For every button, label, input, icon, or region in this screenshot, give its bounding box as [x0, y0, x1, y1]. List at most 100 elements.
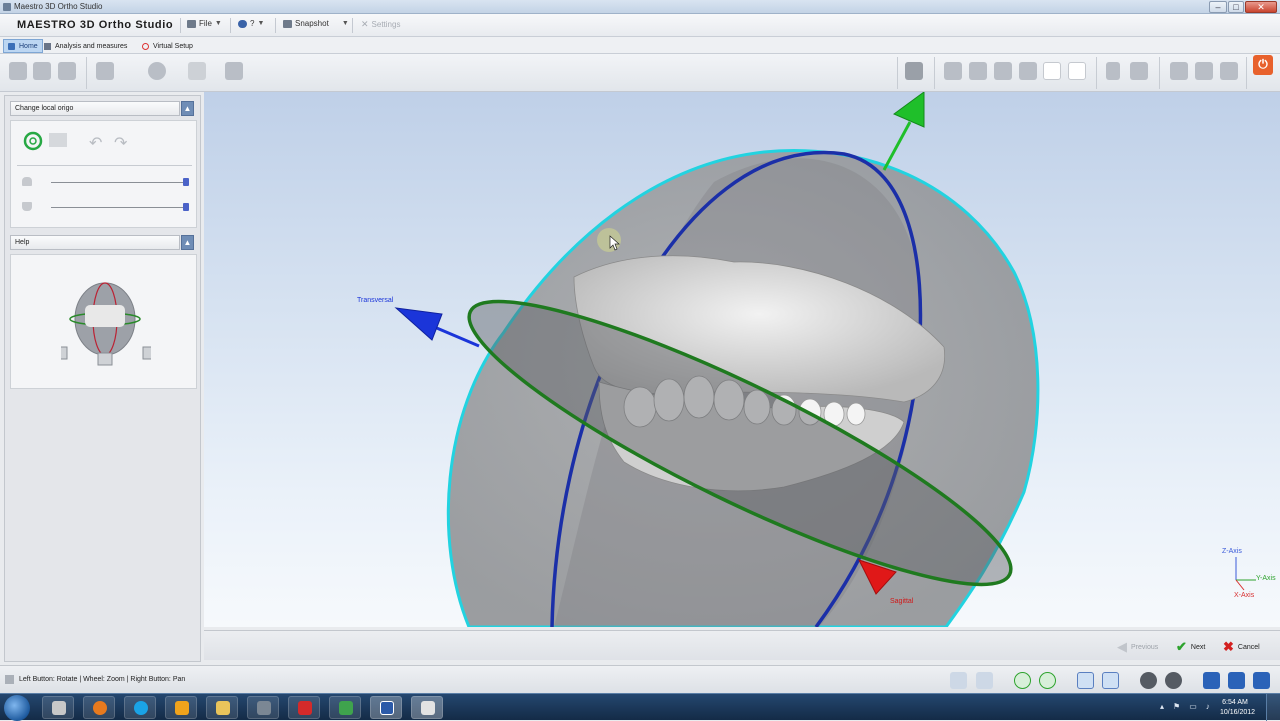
close-button[interactable]: ✕: [1245, 1, 1277, 13]
axes-gizmo: [1235, 557, 1256, 591]
chevron-down-icon: ▼: [214, 20, 222, 27]
grid-view-tool[interactable]: [905, 62, 923, 80]
sagittal-label: Sagittal: [890, 598, 914, 605]
redo-icon[interactable]: ↷: [114, 133, 127, 153]
box-view-alt-icon[interactable]: [1228, 672, 1245, 689]
origo-center: [29, 137, 37, 145]
origo-target-icon[interactable]: [19, 131, 47, 151]
lower-jaw-slider-thumb[interactable]: [183, 203, 189, 211]
virtual-setup-icon: [142, 42, 149, 50]
origin-rotate-icon[interactable]: [1039, 672, 1056, 689]
app-green-icon: [339, 701, 353, 715]
flag-icon[interactable]: ⚑: [1173, 702, 1180, 711]
arch-tool[interactable]: [225, 62, 243, 80]
view-back-tool[interactable]: [969, 62, 987, 80]
open-model-tool[interactable]: [9, 62, 27, 80]
sphere-tool[interactable]: [148, 62, 166, 80]
taskbar-app-9[interactable]: [370, 696, 402, 719]
taskbar-app-1[interactable]: [42, 696, 74, 719]
folder-icon: [216, 701, 230, 715]
lower-jaw-tool[interactable]: [1130, 62, 1148, 80]
zoom-out-icon[interactable]: [976, 672, 993, 689]
checkmark-icon: ✔: [1176, 639, 1187, 654]
help-header[interactable]: Help: [10, 235, 180, 250]
occlusal-tool[interactable]: [1170, 62, 1188, 80]
articulator-tool[interactable]: [1195, 62, 1213, 80]
windows-taskbar: ▴ ⚑ ▭ ♪ 6:54 AM 10/16/2012: [0, 693, 1280, 721]
bracket-tool[interactable]: [188, 62, 206, 80]
lower-model-toggle-icon[interactable]: [1165, 672, 1182, 689]
settings-menu[interactable]: ✕ Settings: [361, 19, 400, 30]
solid-view-icon[interactable]: [1102, 672, 1119, 689]
wizard-nav-bar: ◀ Previous ✔ Next ✖ Cancel: [204, 630, 1280, 660]
taskbar-skype[interactable]: [124, 696, 156, 719]
view-left-tool[interactable]: [994, 62, 1012, 80]
taskbar-app-6[interactable]: [247, 696, 279, 719]
cancel-button[interactable]: ✖ Cancel: [1223, 639, 1260, 655]
taskbar-firefox[interactable]: [83, 696, 115, 719]
clock-date: 10/16/2012: [1220, 709, 1256, 716]
app-red-icon: [298, 701, 312, 715]
3d-scene[interactable]: [204, 92, 1280, 627]
tooth-tool[interactable]: [96, 62, 114, 80]
transversal-arrowhead[interactable]: [394, 307, 443, 341]
zoom-in-icon[interactable]: [950, 672, 967, 689]
toolbar-divider: [1159, 57, 1160, 89]
taskbar-app-7[interactable]: [288, 696, 320, 719]
snapshot-menu-label: Snapshot: [295, 19, 329, 28]
skype-icon: [134, 701, 148, 715]
taskbar-explorer[interactable]: [206, 696, 238, 719]
origin-target-icon[interactable]: [1014, 672, 1031, 689]
view-right-tool[interactable]: [1019, 62, 1037, 80]
change-local-origo-header[interactable]: Change local origo: [10, 101, 180, 116]
import-model-tool[interactable]: [33, 62, 51, 80]
file-menu[interactable]: File ▼: [187, 19, 222, 28]
toolbar-divider: [897, 57, 898, 89]
home-icon: [8, 42, 15, 50]
view-top-tool[interactable]: [1043, 62, 1061, 80]
taskbar-maestro[interactable]: [411, 696, 443, 719]
undo-icon[interactable]: ↶: [89, 133, 102, 153]
origo-reset-icon[interactable]: [49, 133, 67, 147]
collapse-origo-icon[interactable]: ▲: [181, 101, 194, 116]
tab-analysis[interactable]: Analysis and measures: [40, 39, 131, 53]
next-button[interactable]: ✔ Next: [1176, 639, 1205, 655]
tab-home[interactable]: Home: [3, 39, 43, 53]
box-view-icon[interactable]: [1203, 672, 1220, 689]
toolbar-divider: [86, 57, 87, 89]
taskbar-outlook[interactable]: [165, 696, 197, 719]
power-icon[interactable]: ⏻: [1253, 55, 1273, 75]
upper-jaw-slider-thumb[interactable]: [183, 178, 189, 186]
save-model-tool[interactable]: [58, 62, 76, 80]
tray-expand-icon[interactable]: ▴: [1160, 702, 1164, 711]
lower-jaw-slider[interactable]: [51, 207, 189, 208]
settings-icon: ✕: [361, 19, 369, 29]
tab-virtual-setup[interactable]: Virtual Setup: [138, 39, 197, 53]
view-front-tool[interactable]: [944, 62, 962, 80]
upper-jaw-slider[interactable]: [51, 182, 189, 183]
snapshot-menu[interactable]: Snapshot ▼: [283, 19, 349, 28]
panel-divider: [17, 165, 192, 166]
collapse-help-icon[interactable]: ▲: [181, 235, 194, 250]
menu-divider: [352, 18, 353, 33]
wireframe-view-icon[interactable]: [1077, 672, 1094, 689]
upper-model-toggle-icon[interactable]: [1140, 672, 1157, 689]
help-menu[interactable]: ? ▼: [238, 19, 264, 28]
3d-viewport[interactable]: Transversal Sagittal Z-Axis Y-Axis X-Axi…: [204, 92, 1280, 627]
volume-icon[interactable]: ♪: [1206, 702, 1210, 711]
minimize-button[interactable]: –: [1209, 1, 1227, 13]
maximize-button[interactable]: □: [1228, 1, 1244, 13]
window-title: Maestro 3D Ortho Studio: [14, 2, 103, 11]
taskbar-app-8[interactable]: [329, 696, 361, 719]
transversal-label: Transversal: [357, 297, 394, 304]
taskbar-clock[interactable]: 6:54 AM 10/16/2012: [1220, 698, 1256, 718]
show-desktop-button[interactable]: [1266, 694, 1280, 721]
box-view-full-icon[interactable]: [1253, 672, 1270, 689]
network-icon[interactable]: ▭: [1189, 702, 1197, 711]
model-base-tool[interactable]: [1220, 62, 1238, 80]
previous-button[interactable]: ◀ Previous: [1117, 639, 1158, 655]
app-generic-icon: [257, 701, 271, 715]
view-bottom-tool[interactable]: [1068, 62, 1086, 80]
upper-jaw-tool[interactable]: [1106, 62, 1120, 80]
start-button[interactable]: [4, 695, 30, 721]
